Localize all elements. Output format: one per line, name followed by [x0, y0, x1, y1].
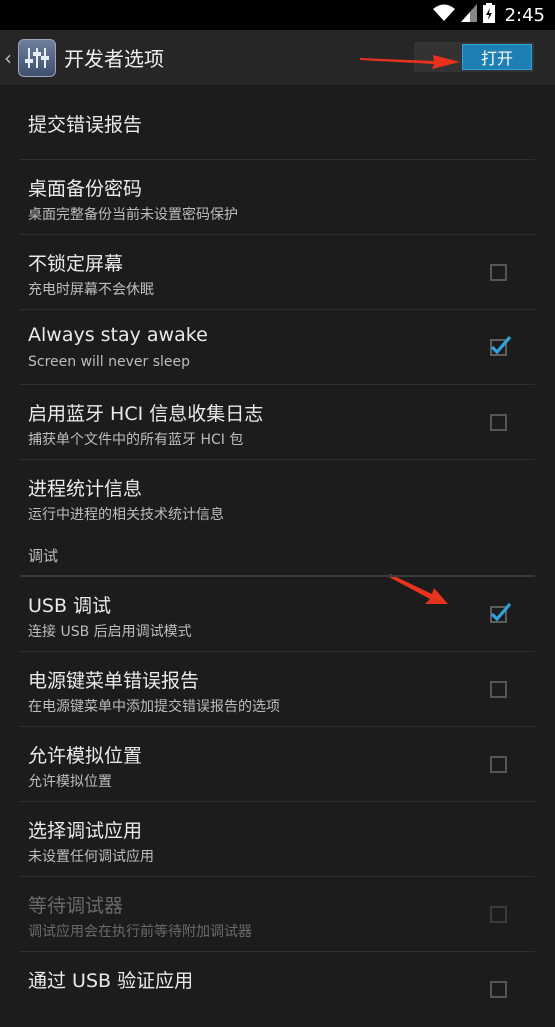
- list-item-subtitle: 允许模拟位置: [28, 774, 112, 790]
- list-item-bluetooth-hci-log[interactable]: 启用蓝牙 HCI 信息收集日志 捕获单个文件中的所有蓝牙 HCI 包: [20, 385, 535, 460]
- list-item-subtitle: 连接 USB 后启用调试模式: [28, 624, 192, 640]
- list-item-subtitle: 充电时屏幕不会休眠: [28, 282, 154, 298]
- signal-icon: [460, 4, 477, 26]
- section-header-debug: 调试: [20, 535, 535, 577]
- list-item-subtitle: 桌面完整备份当前未设置密码保护: [28, 207, 238, 223]
- list-item-title: 通过 USB 验证应用: [28, 970, 194, 992]
- list-item-title: Always stay awake: [28, 324, 208, 346]
- developer-options-switch-thumb[interactable]: 打开: [462, 44, 532, 70]
- checkbox[interactable]: [490, 414, 507, 431]
- list-item-title: 允许模拟位置: [28, 745, 143, 767]
- list-item-subtitle: Screen will never sleep: [28, 354, 191, 370]
- list-item-title: 电源键菜单错误报告: [28, 670, 200, 692]
- list-item-power-menu-bug-report[interactable]: 电源键菜单错误报告 在电源键菜单中添加提交错误报告的选项: [20, 652, 535, 727]
- list-item-usb-debugging[interactable]: USB 调试 连接 USB 后启用调试模式: [20, 577, 535, 652]
- battery-icon: [482, 3, 495, 27]
- list-item-title: 不锁定屏幕: [28, 253, 124, 275]
- list-item-verify-apps-usb[interactable]: 通过 USB 验证应用: [20, 952, 535, 1027]
- checkbox[interactable]: [490, 264, 507, 281]
- list-item-always-stay-awake[interactable]: Always stay awake Screen will never slee…: [20, 310, 535, 385]
- list-item-stay-awake-cn[interactable]: 不锁定屏幕 充电时屏幕不会休眠: [20, 235, 535, 310]
- list-item-subtitle: 调试应用会在执行前等待附加调试器: [28, 924, 252, 940]
- list-item-title: 桌面备份密码: [28, 178, 143, 200]
- list-item-title: 进程统计信息: [28, 478, 143, 500]
- status-time: 2:45: [504, 4, 545, 26]
- list-item-title: 等待调试器: [28, 895, 124, 917]
- checkbox[interactable]: [490, 681, 507, 698]
- list-item-subtitle: 在电源键菜单中添加提交错误报告的选项: [28, 699, 280, 715]
- list-item-wait-for-debugger: 等待调试器 调试应用会在执行前等待附加调试器: [20, 877, 535, 952]
- list-item-bug-report[interactable]: 提交错误报告: [20, 86, 535, 160]
- page-title: 开发者选项: [64, 47, 164, 71]
- list-item-process-stats[interactable]: 进程统计信息 运行中进程的相关技术统计信息: [20, 460, 535, 535]
- settings-sliders-icon[interactable]: [18, 38, 56, 77]
- back-chevron-icon[interactable]: ‹: [4, 46, 16, 70]
- list-item-subtitle: 未设置任何调试应用: [28, 849, 154, 865]
- checkmark-icon: [490, 602, 512, 622]
- list-item-title: 提交错误报告: [28, 114, 143, 136]
- checkbox[interactable]: [490, 981, 507, 998]
- checkbox[interactable]: [490, 756, 507, 773]
- list-item-title: 启用蓝牙 HCI 信息收集日志: [28, 403, 264, 425]
- checkmark-icon: [490, 335, 512, 355]
- status-bar: 2:45: [0, 0, 555, 30]
- annotation-arrow-icon: [360, 55, 460, 69]
- list-item-subtitle: 运行中进程的相关技术统计信息: [28, 507, 224, 523]
- list-item-backup-password[interactable]: 桌面备份密码 桌面完整备份当前未设置密码保护: [20, 160, 535, 235]
- list-item-select-debug-app[interactable]: 选择调试应用 未设置任何调试应用: [20, 802, 535, 877]
- list-item-title: 选择调试应用: [28, 820, 143, 842]
- settings-list: 提交错误报告 桌面备份密码 桌面完整备份当前未设置密码保护 不锁定屏幕 充电时屏…: [0, 86, 555, 1027]
- checkbox-disabled: [490, 906, 507, 923]
- checkbox-checked[interactable]: [490, 335, 512, 356]
- section-label: 调试: [28, 547, 59, 565]
- checkbox-checked[interactable]: [490, 602, 512, 623]
- list-item-subtitle: 捕获单个文件中的所有蓝牙 HCI 包: [28, 432, 244, 448]
- list-item-title: USB 调试: [28, 595, 112, 617]
- list-item-mock-location[interactable]: 允许模拟位置 允许模拟位置: [20, 727, 535, 802]
- wifi-icon: [432, 4, 455, 26]
